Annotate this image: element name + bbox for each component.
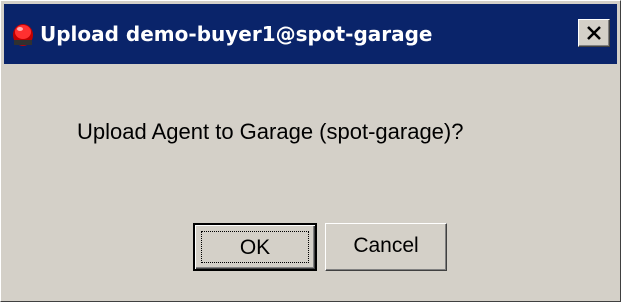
upload-dialog-window: Upload demo-buyer1@spot-garage Upload Ag… — [0, 0, 621, 302]
dialog-message: Upload Agent to Garage (spot-garage)? — [77, 119, 464, 144]
window-title: Upload demo-buyer1@spot-garage — [40, 22, 433, 46]
close-icon — [587, 26, 601, 40]
ok-button[interactable]: OK — [193, 223, 317, 271]
app-icon — [12, 22, 34, 46]
ok-button-label: OK — [201, 231, 309, 263]
cancel-button[interactable]: Cancel — [325, 223, 447, 271]
close-button[interactable] — [578, 19, 610, 47]
title-bar[interactable]: Upload demo-buyer1@spot-garage — [4, 4, 617, 64]
